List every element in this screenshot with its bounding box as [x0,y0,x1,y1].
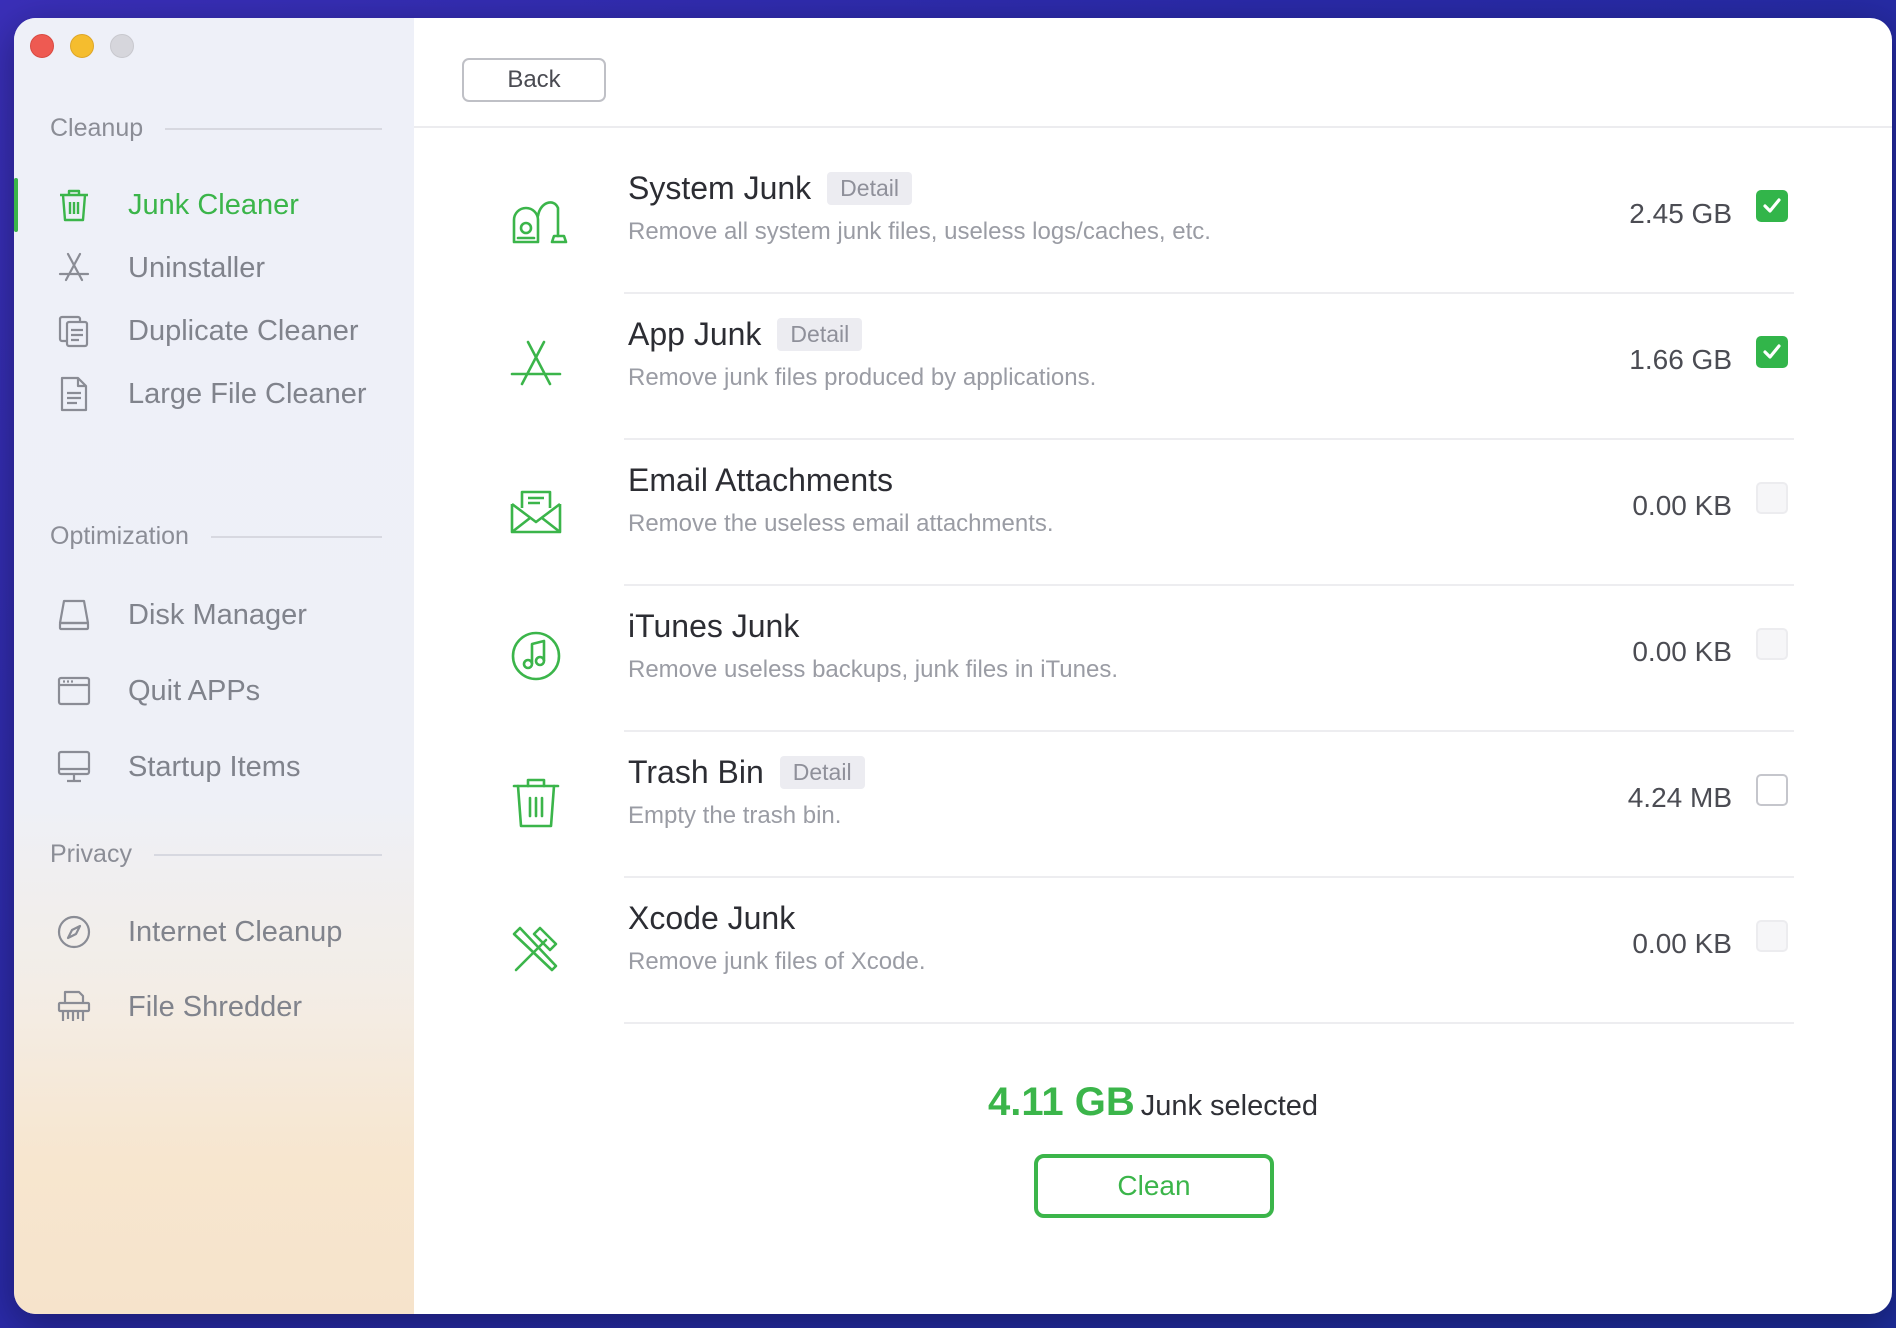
sidebar-item-internet-cleanup[interactable]: Internet Cleanup [14,901,414,963]
row-size: 4.24 MB [1627,782,1732,813]
toolbar: Back [414,18,1892,128]
maximize-window-button[interactable] [110,34,134,58]
main-panel: Back System Junk Detail Remove all syste… [414,18,1892,1314]
row-title: System Junk [628,170,812,206]
sidebar-item-file-shredder[interactable]: File Shredder [14,976,414,1038]
trash-icon [496,762,576,842]
row-size: 1.66 GB [1629,344,1732,375]
junk-row-app: App Junk Detail Remove junk files produc… [510,294,1794,440]
sidebar-item-quit-apps[interactable]: Quit APPs [14,660,414,722]
window-icon [54,671,94,711]
row-title: Xcode Junk [628,900,796,936]
sidebar-item-duplicate-cleaner[interactable]: Duplicate Cleaner [14,300,414,362]
shredder-icon [54,987,94,1027]
trash-icon [54,185,94,225]
back-button[interactable]: Back [462,58,606,102]
junk-row-xcode: Xcode Junk Remove junk files of Xcode. 0… [512,878,1794,1024]
row-description: Empty the trash bin. [628,802,842,829]
row-title: Trash Bin [628,754,764,790]
row-description: Remove useless backups, junk files in iT… [628,656,1119,683]
music-icon [496,616,576,696]
window-controls [30,34,134,58]
compass-icon [54,912,94,952]
app-store-icon [496,324,576,404]
checkmark-icon [1763,344,1781,359]
row-description: Remove junk files of Xcode. [628,948,926,975]
sidebar-item-uninstaller[interactable]: Uninstaller [14,237,414,299]
duplicate-icon [54,311,94,351]
checkbox-trash-bin[interactable] [1756,774,1788,806]
section-privacy: Privacy [50,840,382,869]
row-description: Remove junk files produced by applicatio… [628,364,1097,391]
selection-summary: 4.11 GB Junk selected [414,1080,1892,1125]
checkbox-app-junk[interactable] [1756,336,1788,368]
junk-row-itunes: iTunes Junk Remove useless backups, junk… [511,586,1794,732]
junk-row-email: Email Attachments Remove the useless ema… [510,440,1794,586]
row-title: iTunes Junk [628,608,800,644]
row-size: 0.00 KB [1632,490,1732,521]
app-window: Cleanup Junk Cleaner Uninstaller Duplica… [14,18,1892,1314]
app-store-icon [54,248,94,288]
sidebar-item-large-file-cleaner[interactable]: Large File Cleaner [14,363,414,425]
row-size: 0.00 KB [1632,636,1732,667]
checkbox-itunes-junk[interactable] [1756,628,1788,660]
section-optimization: Optimization [50,522,382,551]
row-description: Remove all system junk files, useless lo… [628,218,1211,245]
vacuum-icon [496,178,576,258]
selected-label: Junk selected [1140,1090,1319,1122]
document-icon [54,374,94,414]
sidebar: Cleanup Junk Cleaner Uninstaller Duplica… [14,18,414,1314]
junk-row-system: System Junk Detail Remove all system jun… [512,148,1794,294]
row-size: 2.45 GB [1629,198,1732,229]
checkbox-email-attachments[interactable] [1756,482,1788,514]
checkbox-system-junk[interactable] [1756,190,1788,222]
junk-row-trash: Trash Bin Detail Empty the trash bin. 4.… [512,732,1794,878]
minimize-window-button[interactable] [70,34,94,58]
sidebar-item-startup-items[interactable]: Startup Items [14,736,414,798]
disk-icon [54,595,94,635]
tools-icon [496,908,576,988]
row-title: App Junk [628,316,762,352]
mail-icon [496,470,576,550]
checkmark-icon [1763,198,1781,213]
row-description: Remove the useless email attachments. [628,510,1054,537]
sidebar-item-junk-cleaner[interactable]: Junk Cleaner [14,174,414,236]
sidebar-item-disk-manager[interactable]: Disk Manager [14,584,414,646]
detail-button[interactable]: Detail [827,172,912,205]
row-size: 0.00 KB [1632,928,1732,959]
detail-button[interactable]: Detail [777,318,863,351]
checkbox-xcode-junk[interactable] [1756,920,1788,952]
detail-button[interactable]: Detail [779,756,865,789]
section-cleanup: Cleanup [50,114,382,143]
clean-button[interactable]: Clean [1034,1154,1274,1218]
selected-amount: 4.11 GB [987,1080,1135,1124]
row-title: Email Attachments [628,462,893,498]
close-window-button[interactable] [30,34,54,58]
monitor-icon [54,747,94,787]
